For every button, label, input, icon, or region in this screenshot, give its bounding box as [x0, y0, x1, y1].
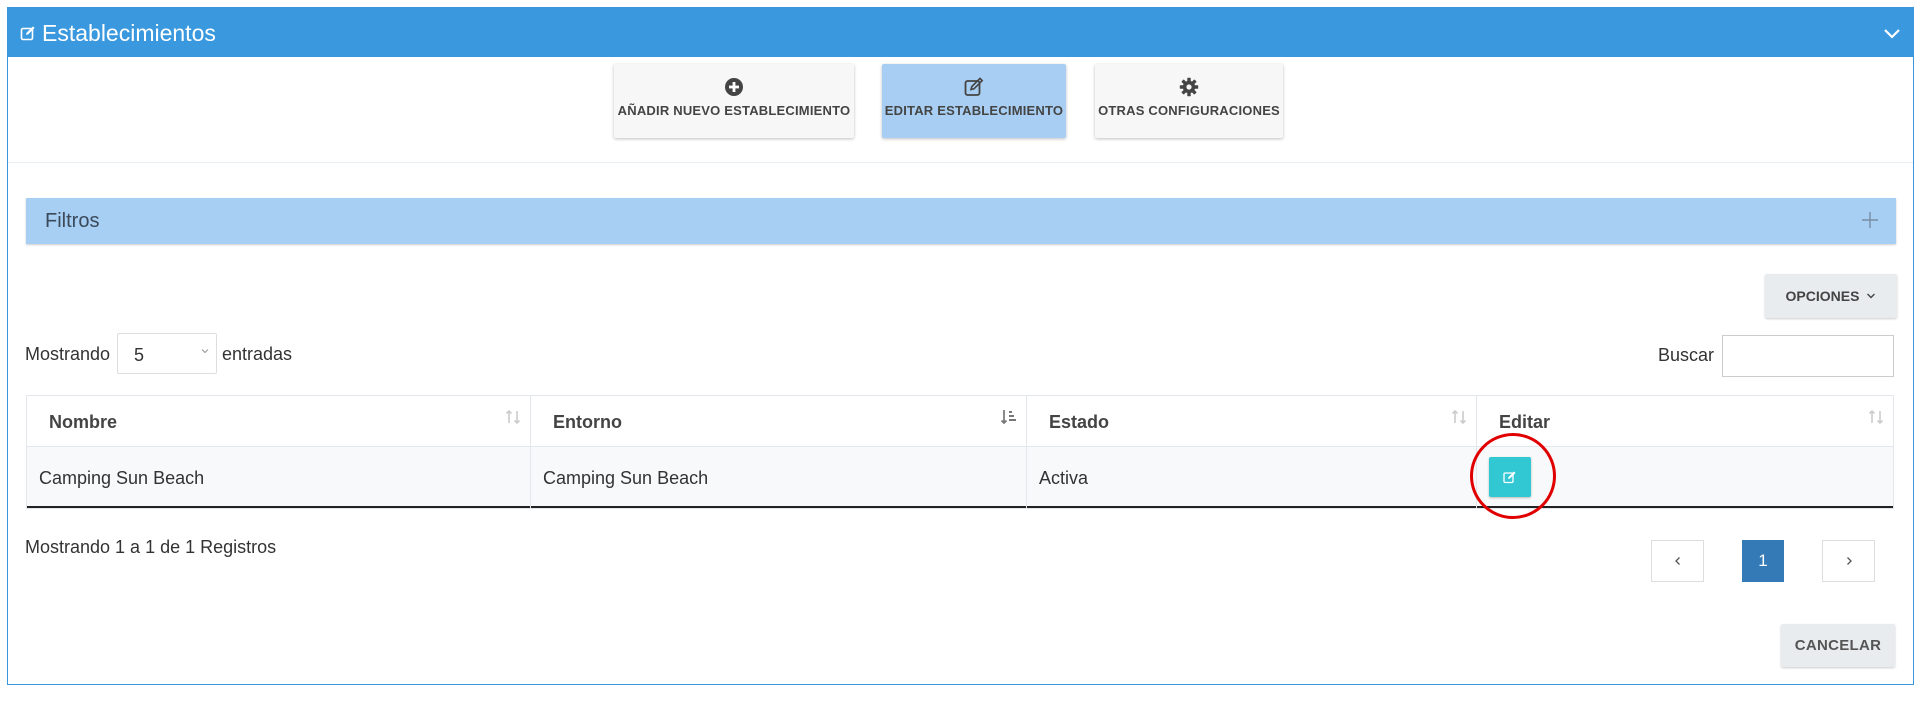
- sort-ascending-icon: [1000, 410, 1016, 425]
- column-header-estado[interactable]: Estado: [1027, 396, 1477, 447]
- edit-icon: [20, 26, 35, 41]
- edit-icon: [964, 77, 984, 96]
- search-label: Buscar: [1658, 345, 1715, 365]
- entries-select[interactable]: 5: [117, 333, 217, 374]
- sort-icon: [1451, 409, 1467, 425]
- plus-circle-icon: [725, 78, 743, 96]
- pagination-previous-button[interactable]: [1651, 540, 1704, 582]
- column-header-entorno[interactable]: Entorno: [531, 396, 1027, 447]
- divider: [8, 162, 1913, 163]
- other-settings-button[interactable]: OTRAS CONFIGURACIONES: [1095, 64, 1283, 138]
- cell-estado: Activa: [1027, 447, 1477, 508]
- column-header-nombre[interactable]: Nombre: [27, 396, 531, 447]
- table-header: Nombre Entorno Estado Editar: [27, 396, 1893, 447]
- chevron-down-icon[interactable]: [1883, 25, 1901, 41]
- row-edit-button[interactable]: [1489, 457, 1531, 497]
- cell-entorno: Camping Sun Beach: [531, 447, 1027, 508]
- establishments-table: Nombre Entorno Estado Editar Camping Sun…: [26, 395, 1894, 509]
- chevron-down-icon: [201, 349, 209, 354]
- table-row: Camping Sun Beach Camping Sun Beach Acti…: [27, 447, 1893, 508]
- chevron-right-icon: [1846, 557, 1852, 565]
- filters-title: Filtros: [45, 210, 100, 232]
- add-establishment-button[interactable]: AÑADIR NUEVO ESTABLECIMIENTO: [614, 64, 854, 138]
- chevron-left-icon: [1674, 557, 1680, 565]
- options-button[interactable]: OPCIONES: [1765, 274, 1897, 318]
- length-suffix: entradas: [222, 344, 293, 364]
- search-input[interactable]: [1722, 335, 1894, 377]
- other-settings-label: OTRAS CONFIGURACIONES: [1098, 103, 1280, 118]
- pagination-next-button[interactable]: [1822, 540, 1875, 582]
- cell-editar: [1477, 447, 1893, 508]
- sort-icon: [1868, 409, 1884, 425]
- pagination-page-button[interactable]: 1: [1742, 540, 1784, 582]
- edit-establishment-label: EDITAR ESTABLECIMIENTO: [884, 103, 1064, 118]
- panel-header: Establecimientos: [8, 8, 1913, 57]
- page-number: 1: [1758, 551, 1768, 570]
- length-prefix: Mostrando: [25, 344, 111, 364]
- cell-nombre: Camping Sun Beach: [27, 447, 531, 508]
- cancel-button[interactable]: CANCELAR: [1781, 624, 1895, 667]
- edit-icon: [1503, 471, 1516, 484]
- gear-icon: [1179, 77, 1199, 97]
- records-info: Mostrando 1 a 1 de 1 Registros: [25, 537, 277, 557]
- filters-bar[interactable]: Filtros: [26, 198, 1896, 244]
- entries-value: 5: [134, 345, 145, 365]
- chevron-down-icon: [1867, 293, 1876, 299]
- plus-icon[interactable]: [1860, 210, 1880, 230]
- establecimientos-panel: Establecimientos AÑADIR NUEVO ESTABLECIM…: [7, 7, 1914, 685]
- edit-establishment-button[interactable]: EDITAR ESTABLECIMIENTO: [882, 64, 1066, 138]
- page-title: Establecimientos: [42, 20, 216, 46]
- column-header-editar[interactable]: Editar: [1477, 396, 1893, 447]
- add-establishment-label: AÑADIR NUEVO ESTABLECIMIENTO: [617, 103, 851, 118]
- sort-icon: [505, 409, 521, 425]
- options-label: OPCIONES: [1785, 288, 1860, 304]
